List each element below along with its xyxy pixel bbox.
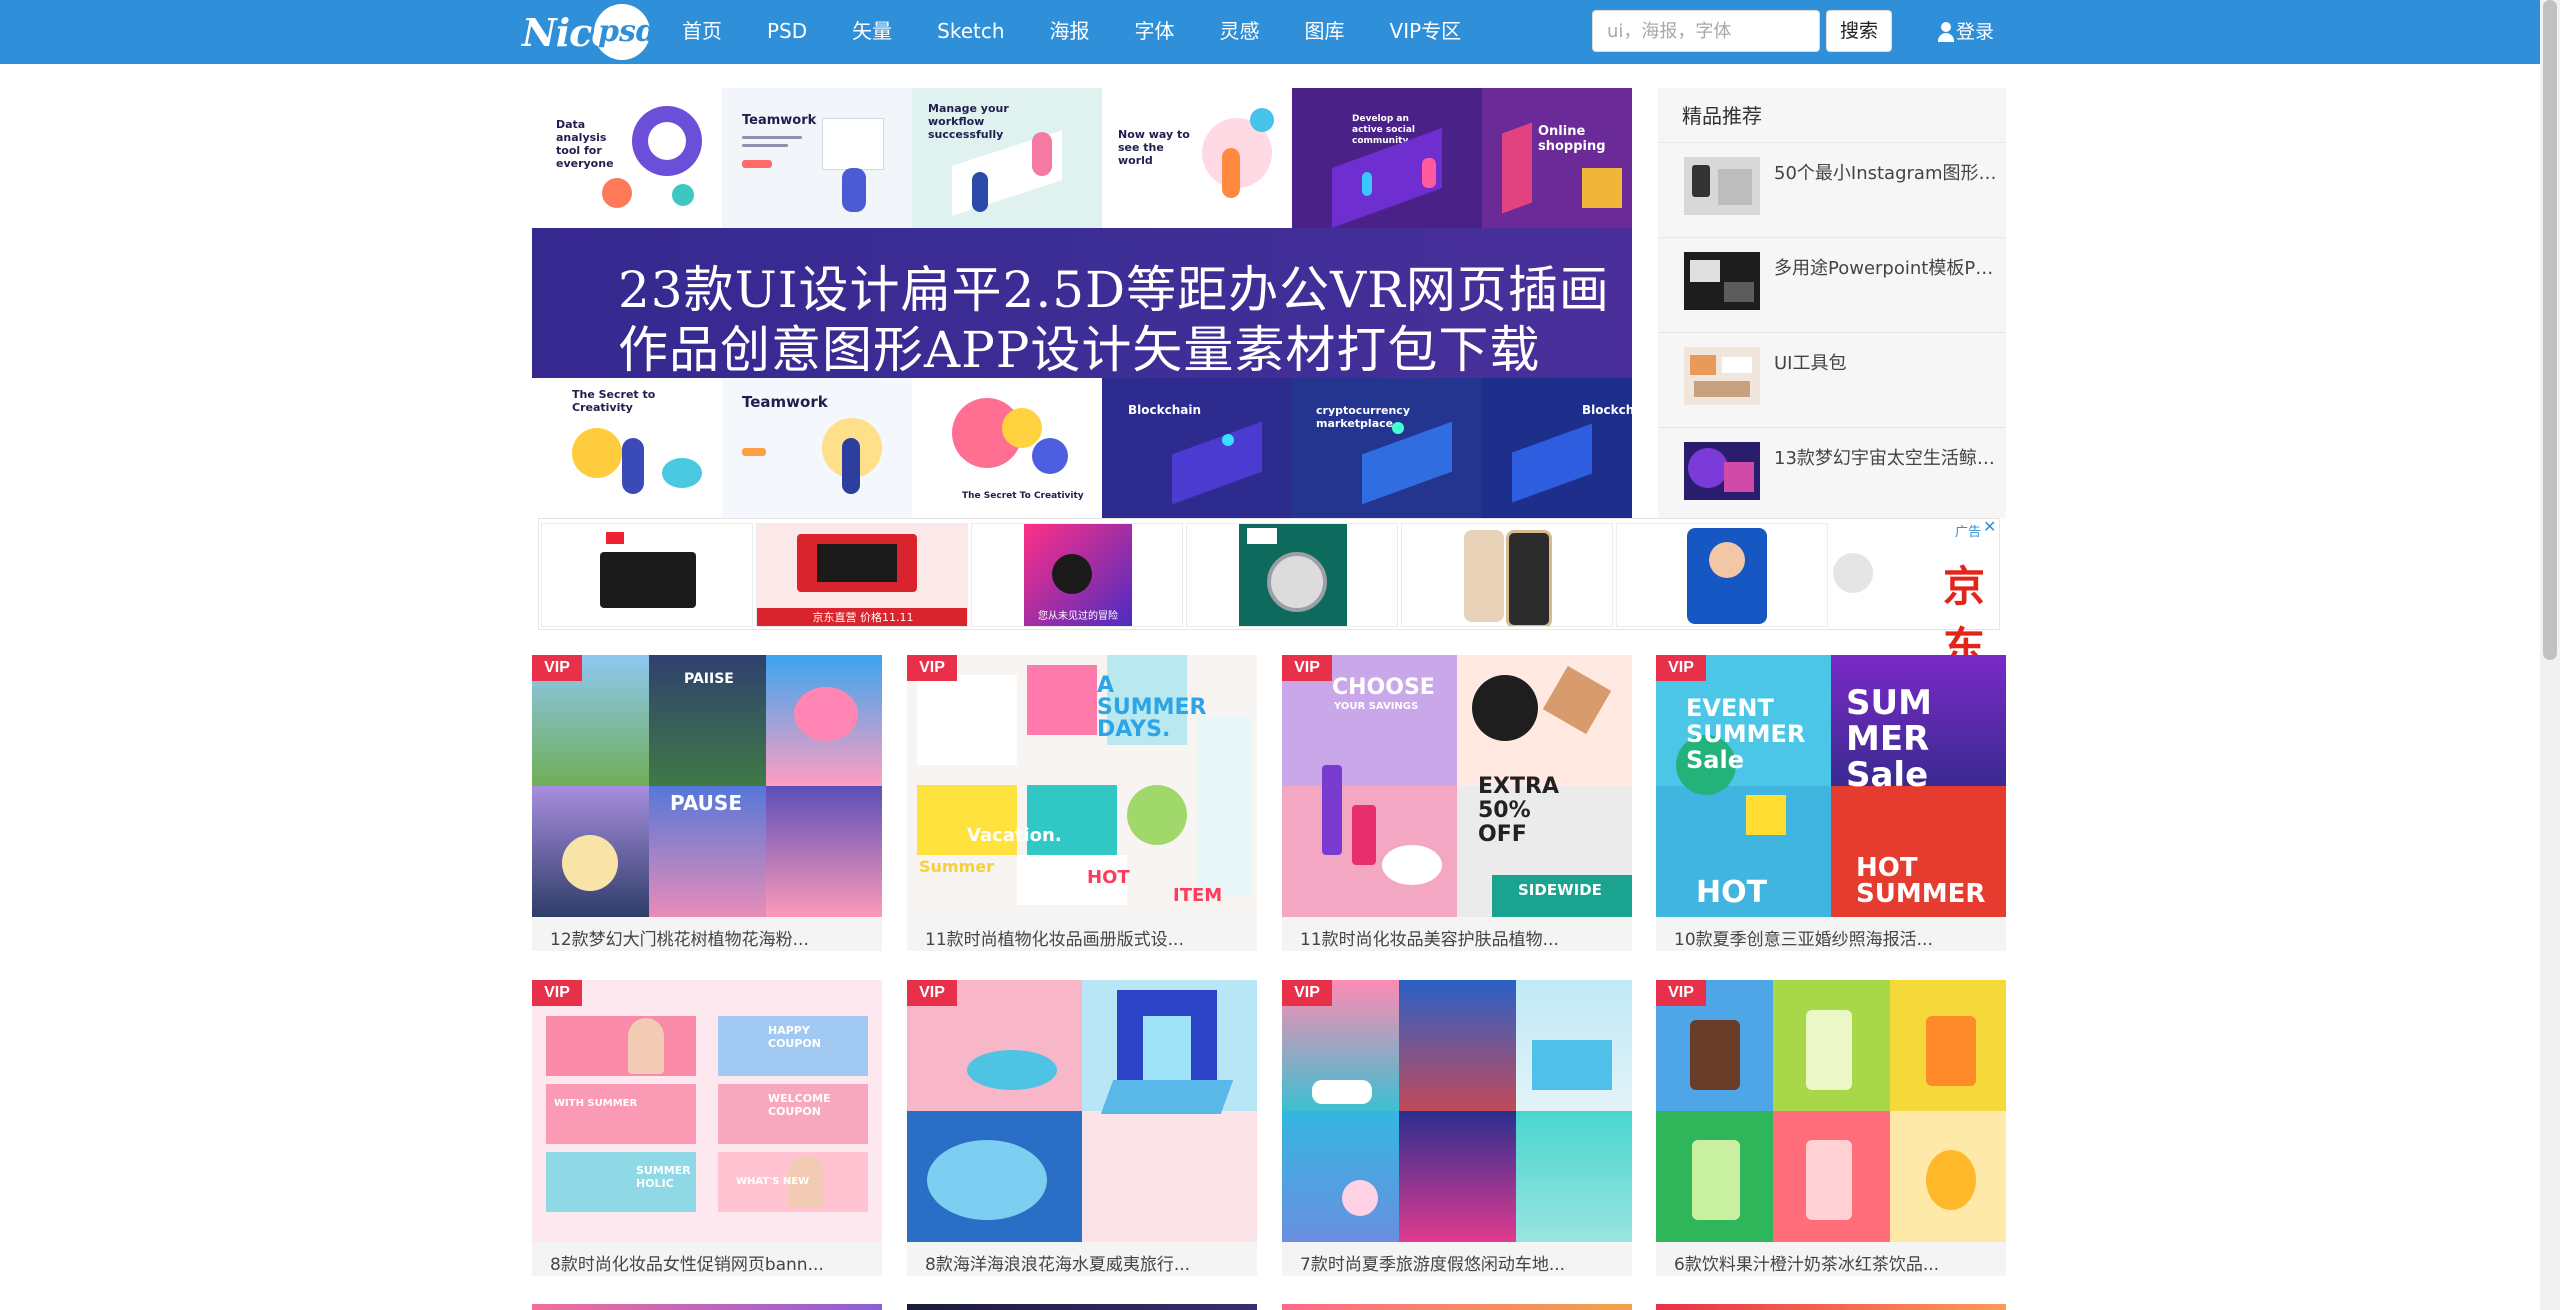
sidebar-item-thumb: [1684, 252, 1760, 310]
sidebar-item-thumb: [1684, 347, 1760, 405]
banner-title-line-2: 作品创意图形APP设计矢量素材打包下载: [618, 321, 1541, 379]
card-title[interactable]: 8款时尚化妆品女性促销网页bann...: [550, 1250, 870, 1275]
banner-title-band: 23款UI设计扁平2.5D等距办公VR网页插画 作品创意图形APP设计矢量素材打…: [532, 228, 1632, 379]
ad-item[interactable]: 京东直营 价格11.11: [756, 523, 968, 627]
resource-card[interactable]: EVENT SUMMER Sale SUM MER Sale HOT HOT S…: [1656, 655, 2006, 951]
ad-close-icon[interactable]: ✕: [1983, 519, 1996, 535]
banner-tile: The Secret To Creativity: [912, 378, 1102, 518]
card-image[interactable]: [1656, 980, 2006, 1242]
sidebar-item-thumb: [1684, 442, 1760, 500]
banner-tile: Now way to see the world: [1102, 88, 1292, 228]
sidebar-item[interactable]: 50个最小Instagram图形，...: [1658, 142, 2006, 238]
ad-item[interactable]: [541, 523, 753, 627]
card-title[interactable]: 8款海洋海浪浪花海水夏威夷旅行...: [925, 1250, 1245, 1275]
ad-item[interactable]: [1186, 523, 1398, 627]
banner-tile: Teamwork: [722, 88, 912, 228]
nav-sketch[interactable]: Sketch: [937, 0, 1004, 64]
vip-badge: VIP: [532, 655, 582, 681]
ad-item[interactable]: [1401, 523, 1613, 627]
vip-badge: VIP: [532, 980, 582, 1006]
nav-poster[interactable]: 海报: [1050, 0, 1090, 64]
vip-badge: VIP: [1656, 980, 1706, 1006]
main-nav: 首页 PSD 矢量 Sketch 海报 字体 灵感 图库 VIP专区: [682, 0, 1506, 64]
resource-card-peek[interactable]: [1656, 1304, 2006, 1310]
vip-badge: VIP: [907, 655, 957, 681]
nav-psd[interactable]: PSD: [767, 0, 807, 64]
vip-badge: VIP: [907, 980, 957, 1006]
sidebar-item-title: 50个最小Instagram图形，...: [1774, 163, 1998, 184]
card-image[interactable]: CHOOSE YOUR SAVINGS EXTRA 50% OFF SIDEWI…: [1282, 655, 1632, 917]
vip-badge: VIP: [1282, 980, 1332, 1006]
sidebar-item-title: 多用途Powerpoint模板PP...: [1774, 258, 1998, 279]
sidebar-item-thumb: [1684, 157, 1760, 215]
login-label: 登录: [1956, 21, 1995, 43]
nav-font[interactable]: 字体: [1135, 0, 1175, 64]
card-image[interactable]: [1282, 980, 1632, 1242]
banner-tile: cryptocurrency marketplace: [1292, 378, 1482, 518]
ad-badge: 广告: [1955, 525, 1982, 540]
banner-tile: Manage your workflow successfully: [912, 88, 1102, 228]
site-logo[interactable]: Nice psd: [522, 4, 657, 60]
nav-gallery[interactable]: 图库: [1305, 0, 1345, 64]
card-image[interactable]: PAIISE PAUSE: [532, 655, 882, 917]
jd-mascot: [1833, 553, 1873, 593]
ad-strip[interactable]: 京东直营 价格11.11 您从未见过的冒险 京东 广告 ✕: [538, 518, 2000, 672]
resource-card[interactable]: HAPPY COUPON WITH SUMMER WELCOME COUPON …: [532, 980, 882, 1276]
resource-card-peek[interactable]: [907, 1304, 1257, 1310]
resource-card[interactable]: VIP 7款时尚夏季旅游度假悠闲动车地...: [1282, 980, 1632, 1276]
banner-tile: Blockchain: [1102, 378, 1292, 518]
card-title[interactable]: 6款饮料果汁橙汁奶茶冰红茶饮品...: [1674, 1250, 1994, 1275]
card-image[interactable]: EVENT SUMMER Sale SUM MER Sale HOT HOT S…: [1656, 655, 2006, 917]
sidebar-item-title: 13款梦幻宇宙太空生活鲸鱼...: [1774, 448, 1998, 469]
resource-card-peek[interactable]: [532, 1304, 882, 1310]
sidebar-item[interactable]: UI工具包: [1658, 332, 2006, 428]
sidebar-item[interactable]: 多用途Powerpoint模板PP...: [1658, 237, 2006, 333]
banner-tile: Online shopping: [1482, 88, 1632, 228]
banner-tile: Data analysis tool for everyone: [532, 88, 722, 228]
hero-banner[interactable]: Data analysis tool for everyone Teamwork…: [532, 88, 1632, 518]
user-icon: [1938, 22, 1954, 42]
vip-badge: VIP: [1656, 655, 1706, 681]
nav-vip[interactable]: VIP专区: [1390, 0, 1462, 64]
resource-card[interactable]: A SUMMER DAYS. Vacation. Summer HOT ITEM…: [907, 655, 1257, 951]
card-image[interactable]: HAPPY COUPON WITH SUMMER WELCOME COUPON …: [532, 980, 882, 1242]
sidebar-title: 精品推荐: [1682, 104, 1762, 128]
login-link[interactable]: 登录: [1938, 0, 1994, 64]
card-title[interactable]: 11款时尚植物化妆品画册版式设...: [925, 925, 1245, 950]
page-scrollbar[interactable]: [2540, 0, 2560, 1310]
sidebar-item[interactable]: 13款梦幻宇宙太空生活鲸鱼...: [1658, 427, 2006, 523]
recommend-sidebar: 精品推荐 50个最小Instagram图形，... 多用途Powerpoint模…: [1658, 88, 2006, 518]
scrollbar-thumb[interactable]: [2543, 0, 2557, 660]
sidebar-item-title: UI工具包: [1774, 353, 1847, 374]
resource-card[interactable]: VIP 6款饮料果汁橙汁奶茶冰红茶饮品...: [1656, 980, 2006, 1276]
resource-card[interactable]: CHOOSE YOUR SAVINGS EXTRA 50% OFF SIDEWI…: [1282, 655, 1632, 951]
ad-item[interactable]: 您从未见过的冒险: [971, 523, 1183, 627]
card-image[interactable]: A SUMMER DAYS. Vacation. Summer HOT ITEM: [907, 655, 1257, 917]
search-input[interactable]: [1592, 10, 1820, 52]
banner-tile: Teamwork: [722, 378, 912, 518]
banner-tile: The Secret to Creativity: [532, 378, 722, 518]
vip-badge: VIP: [1282, 655, 1332, 681]
banner-tile: Blockch: [1482, 378, 1632, 518]
card-title[interactable]: 12款梦幻大门桃花树植物花海粉...: [550, 925, 870, 950]
card-title[interactable]: 10款夏季创意三亚婚纱照海报活...: [1674, 925, 1994, 950]
nav-inspiration[interactable]: 灵感: [1220, 0, 1260, 64]
search-button[interactable]: 搜索: [1826, 10, 1892, 52]
ad-item[interactable]: [1616, 523, 1828, 627]
logo-psd-text: psd: [598, 14, 657, 49]
card-title[interactable]: 7款时尚夏季旅游度假悠闲动车地...: [1300, 1250, 1620, 1275]
resource-card[interactable]: VIP 8款海洋海浪浪花海水夏威夷旅行...: [907, 980, 1257, 1276]
resource-card-peek[interactable]: [1282, 1304, 1632, 1310]
card-title[interactable]: 11款时尚化妆品美容护肤品植物...: [1300, 925, 1620, 950]
nav-home[interactable]: 首页: [682, 0, 722, 64]
banner-tile: Develop an active social community: [1292, 88, 1482, 228]
nav-vector[interactable]: 矢量: [852, 0, 892, 64]
resource-card[interactable]: PAIISE PAUSE VIP 12款梦幻大门桃花树植物花海粉...: [532, 655, 882, 951]
top-header: Nice psd 首页 PSD 矢量 Sketch 海报 字体 灵感 图库 VI…: [0, 0, 2540, 64]
card-image[interactable]: [907, 980, 1257, 1242]
